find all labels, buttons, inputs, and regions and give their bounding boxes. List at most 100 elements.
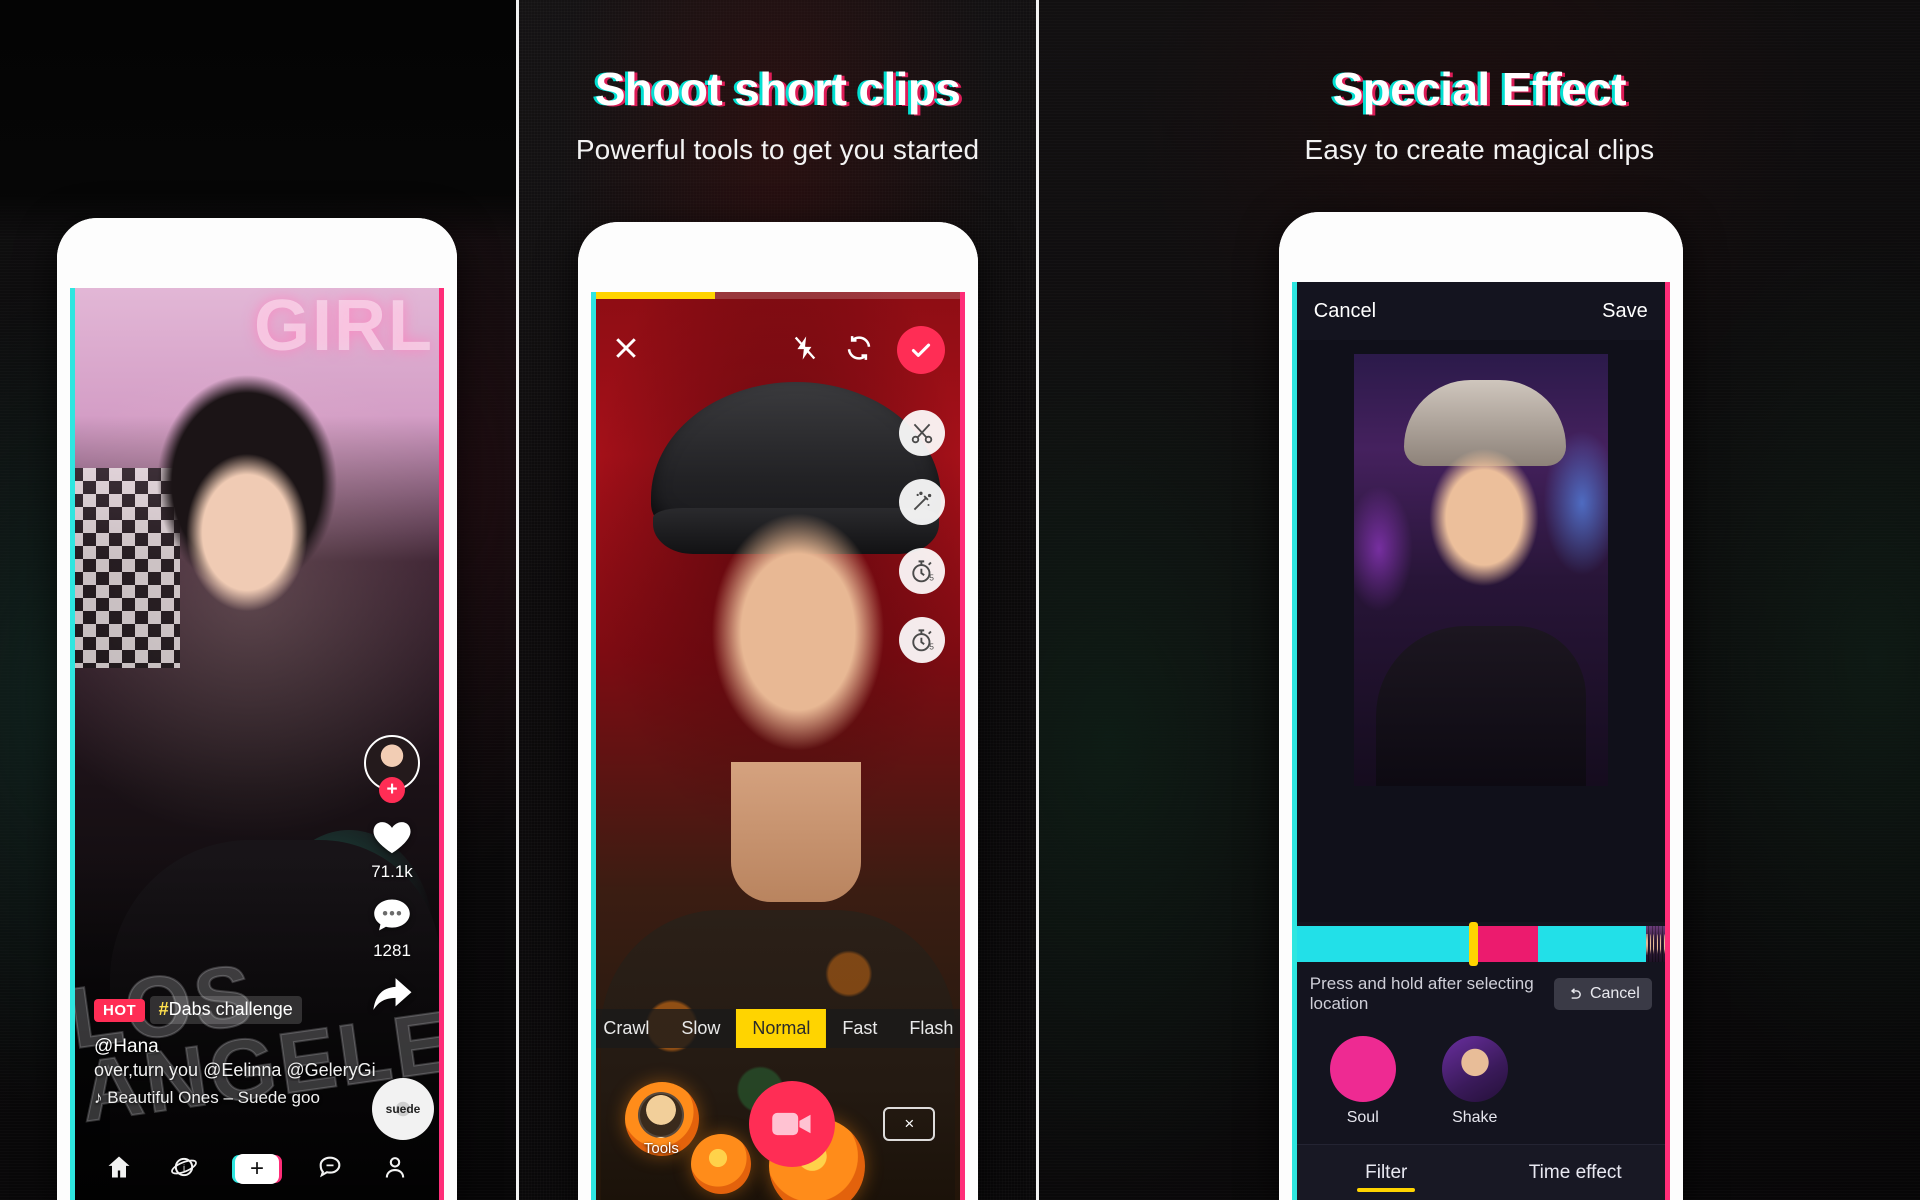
author-avatar-button[interactable]: +: [364, 735, 420, 803]
effect-item-shake[interactable]: Shake: [1436, 1036, 1514, 1127]
speed-option-normal[interactable]: Normal: [736, 1009, 827, 1048]
hint-text: Press and hold after selecting location: [1309, 974, 1534, 1013]
effect-thumbnail: [1329, 1036, 1396, 1102]
check-icon: [912, 343, 931, 357]
page-title: Shoot short clips: [594, 63, 961, 115]
message-icon: [319, 1156, 340, 1177]
bottom-tab-bar: i +: [70, 1138, 444, 1200]
home-icon: [108, 1156, 130, 1177]
svg-text:5: 5: [929, 572, 934, 582]
page-title: Special Effect: [1332, 63, 1627, 115]
person-icon: [385, 1156, 405, 1178]
tab-time-effect-label: Time effect: [1528, 1161, 1622, 1183]
comment-button[interactable]: 1281: [356, 896, 428, 961]
flip-camera-icon[interactable]: [843, 333, 875, 368]
comment-icon: [356, 896, 428, 939]
phone-mockup-effects: Cancel Save Press and hold after selecti…: [1278, 212, 1683, 1200]
subject-neck: [731, 762, 862, 902]
hash-symbol-icon: #: [158, 999, 169, 1019]
sidebar-item-home[interactable]: [104, 1153, 134, 1186]
timer-5-icon: 5: [912, 628, 934, 651]
tools-button[interactable]: Tools: [621, 1091, 701, 1157]
sidebar-item-discover[interactable]: i: [169, 1153, 199, 1186]
svg-text:5: 5: [929, 641, 934, 651]
subject-face: [166, 438, 328, 648]
video-description: over,turn you @Eelinna @GeleryGi: [94, 1060, 376, 1080]
timer-5-icon: 5: [912, 559, 934, 582]
beauty-button[interactable]: [899, 479, 946, 525]
purple-light-glow: [1353, 484, 1414, 614]
effect-thumbnail: [1441, 1036, 1508, 1102]
confirm-button[interactable]: [897, 326, 946, 374]
speed-option-fast[interactable]: Fast: [826, 1009, 893, 1048]
subject-body: [1375, 626, 1586, 786]
speed-option-crawl[interactable]: Crawl: [591, 1009, 665, 1048]
panel-heading: Shoot short clips Powerful tools to get …: [519, 62, 1035, 166]
phone-screen-effects: Cancel Save Press and hold after selecti…: [1291, 282, 1670, 1200]
timeline-segment-pink: [1471, 926, 1538, 962]
phone-notch-bar: [1278, 212, 1683, 282]
editor-video-stage[interactable]: [1291, 340, 1670, 922]
delete-clip-button[interactable]: ×: [883, 1107, 936, 1141]
tab-time-effect[interactable]: Time effect: [1481, 1145, 1670, 1200]
speed-selector: Crawl Slow Normal Fast Flash: [591, 1009, 966, 1048]
camera-bottom-bar: Tools ×: [591, 1076, 965, 1172]
effect-label: Shake: [1452, 1109, 1498, 1126]
app-store-screenshot-gallery: GIRL LOS ANGELES + 71.1k 1281 suede HOT …: [0, 0, 1920, 1200]
timeline-playhead[interactable]: [1468, 922, 1478, 966]
timeline-segment-cyan: [1291, 926, 1472, 962]
editor-hint-bar: Press and hold after selecting location …: [1291, 966, 1670, 1022]
camera-top-bar: [591, 322, 965, 378]
countdown-button[interactable]: 5: [899, 617, 946, 663]
undo-cancel-button[interactable]: Cancel: [1553, 978, 1652, 1010]
effect-item-soul[interactable]: Soul: [1324, 1036, 1402, 1127]
like-button[interactable]: 71.1k: [356, 817, 428, 882]
speed-option-slow[interactable]: Slow: [665, 1009, 736, 1048]
feed-meta-block: HOT #Dabs challenge @Hana over,turn you …: [94, 996, 394, 1108]
video-camera-icon: [772, 1112, 811, 1136]
plus-icon: +: [249, 1155, 264, 1182]
tab-active-underline: [1357, 1188, 1416, 1192]
phone-mockup-feed: GIRL LOS ANGELES + 71.1k 1281 suede HOT …: [57, 218, 457, 1200]
screen-edge-cyan: [70, 288, 75, 1200]
timer-button[interactable]: 5: [899, 548, 946, 594]
save-button[interactable]: Save: [1602, 300, 1648, 323]
tab-filter[interactable]: Filter: [1292, 1145, 1481, 1200]
hashtag-chip[interactable]: #Dabs challenge: [149, 996, 302, 1024]
music-note-icon: ♪: [94, 1088, 103, 1107]
trim-button[interactable]: [899, 410, 946, 456]
flash-off-icon[interactable]: [791, 333, 819, 368]
create-video-button[interactable]: +: [234, 1154, 279, 1184]
sidebar-item-inbox[interactable]: [315, 1153, 345, 1186]
magic-wand-icon: [914, 491, 932, 511]
undo-arrow-icon: [1570, 987, 1581, 999]
effects-timeline[interactable]: [1291, 922, 1670, 966]
author-username[interactable]: @Hana: [94, 1036, 394, 1058]
music-title[interactable]: ♪ Beautiful Ones – Suede goo: [94, 1088, 394, 1108]
phone-notch-bar: [57, 218, 457, 288]
cancel-button[interactable]: Cancel: [1314, 300, 1376, 323]
close-x-icon[interactable]: [611, 333, 641, 368]
feed-action-rail: + 71.1k 1281: [356, 735, 428, 1032]
undo-label: Cancel: [1589, 985, 1640, 1002]
page-subtitle: Easy to create magical clips: [1304, 134, 1655, 165]
screen-edge-cyan: [1291, 282, 1297, 1200]
effects-list: Soul Shake: [1291, 1022, 1670, 1144]
effects-editor: Cancel Save Press and hold after selecti…: [1291, 282, 1670, 1200]
record-button[interactable]: [749, 1081, 836, 1167]
scissors-icon: [912, 423, 933, 444]
status-badge-hot: HOT: [94, 999, 146, 1022]
phone-screen-camera: 5 5 Crawl Slow Normal Fast Flash Tools ×: [591, 292, 966, 1200]
panel-effects: Special Effect Easy to create magical cl…: [1038, 0, 1920, 1200]
tools-label: Tools: [643, 1139, 679, 1157]
recording-progress-bar: [591, 292, 966, 299]
backspace-delete-icon: ×: [904, 1114, 915, 1133]
hashtag-label: Dabs challenge: [168, 999, 293, 1019]
panel-heading: Special Effect Easy to create magical cl…: [1039, 62, 1920, 166]
like-count: 71.1k: [371, 862, 413, 881]
follow-plus-icon[interactable]: +: [379, 777, 405, 803]
phone-notch-bar: [578, 222, 979, 292]
sidebar-item-profile[interactable]: [380, 1153, 410, 1186]
speed-option-flash[interactable]: Flash: [893, 1009, 965, 1048]
subject-face: [1413, 440, 1554, 616]
